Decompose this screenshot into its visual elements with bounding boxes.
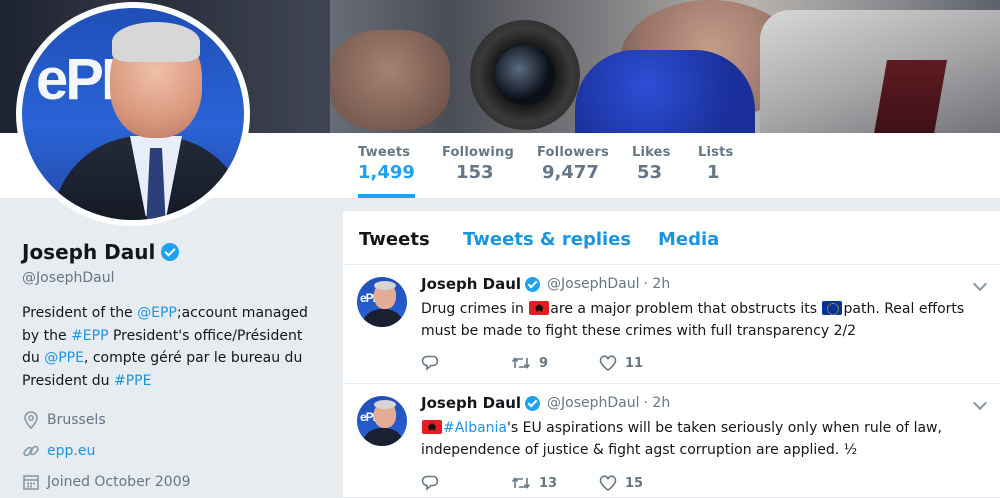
retweet-count: 9 (539, 355, 549, 371)
retweet-count: 13 (539, 475, 558, 491)
location-pin-icon (22, 410, 40, 429)
tweet-item[interactable]: ePP Joseph Daul @JosephDaul · 2h #Albani… (343, 384, 1000, 498)
verified-badge-icon (161, 243, 180, 261)
albania-flag-icon (529, 301, 550, 315)
tab-tweets[interactable]: Tweets (359, 229, 430, 250)
tweet-timestamp[interactable]: · 2h (644, 395, 671, 411)
eu-flag-icon (822, 301, 843, 315)
stat-value: 9,477 (542, 162, 599, 183)
joined-text: Joined October 2009 (47, 473, 191, 490)
profile-handle[interactable]: @JosephDaul (22, 270, 322, 286)
tweet-text: #Albania's EU aspirations will be taken … (421, 417, 981, 461)
profile-card: Joseph Daul @JosephDaul President of the… (22, 240, 322, 497)
retweet-button[interactable]: 13 (511, 475, 599, 491)
tweet-author-name[interactable]: Joseph Daul (421, 394, 521, 412)
stat-label: Tweets (358, 145, 411, 160)
stat-followers[interactable]: Followers 9,477 (537, 145, 609, 183)
tweet-avatar[interactable]: ePP (357, 396, 407, 446)
stat-label: Likes (632, 145, 671, 160)
reply-icon (421, 355, 439, 371)
retweet-icon (511, 357, 531, 369)
hashtag-albania-link[interactable]: #Albania (443, 420, 507, 436)
stat-lists[interactable]: Lists 1 (698, 145, 733, 183)
bio-link-epp-mention[interactable]: @EPP (137, 305, 177, 321)
stat-following[interactable]: Following 153 (442, 145, 514, 183)
tweet-author-handle[interactable]: @JosephDaul (547, 395, 639, 411)
reply-button[interactable] (421, 475, 511, 491)
link-icon (22, 442, 40, 460)
heart-icon (599, 355, 617, 371)
stat-label: Following (442, 145, 514, 160)
profile-meta: Brussels epp.eu Joined October 2009 (22, 404, 322, 497)
reply-icon (421, 475, 439, 491)
tweet-timeline: Tweets Tweets & replies Media ePP Joseph… (342, 210, 1000, 498)
website-link[interactable]: epp.eu (47, 443, 95, 459)
reply-button[interactable] (421, 355, 511, 371)
retweet-button[interactable]: 9 (511, 355, 599, 371)
verified-badge-icon (525, 395, 541, 411)
like-button[interactable]: 15 (599, 475, 643, 491)
bio-link-ppe-hashtag[interactable]: #PPE (114, 373, 151, 389)
stat-tweets[interactable]: Tweets 1,499 (358, 145, 415, 198)
retweet-icon (511, 477, 531, 489)
tweet-header: Joseph Daul @JosephDaul · 2h (421, 275, 670, 293)
tab-media[interactable]: Media (658, 229, 719, 250)
profile-joined: Joined October 2009 (22, 466, 322, 497)
tweet-item[interactable]: ePP Joseph Daul @JosephDaul · 2h Drug cr… (343, 265, 1000, 384)
chevron-down-icon[interactable] (972, 395, 988, 411)
stat-value: 1 (707, 162, 720, 183)
bio-link-ppe-mention[interactable]: @PPE (44, 350, 84, 366)
calendar-icon (22, 473, 40, 491)
tweet-header: Joseph Daul @JosephDaul · 2h (421, 394, 670, 412)
stat-likes[interactable]: Likes 53 (632, 145, 671, 183)
heart-icon (599, 475, 617, 491)
like-count: 11 (625, 355, 644, 371)
verified-badge-icon (525, 276, 541, 292)
profile-website: epp.eu (22, 435, 322, 466)
profile-name[interactable]: Joseph Daul (22, 240, 155, 264)
tweet-text: Drug crimes in are a major problem that … (421, 298, 981, 342)
tweet-author-name[interactable]: Joseph Daul (421, 275, 521, 293)
tab-tweets-and-replies[interactable]: Tweets & replies (463, 229, 631, 250)
bio-text: President of the (22, 305, 138, 321)
profile-avatar[interactable]: ePP (16, 2, 250, 226)
stat-value: 53 (637, 162, 663, 183)
tweet-avatar[interactable]: ePP (357, 277, 407, 327)
profile-name-row: Joseph Daul (22, 240, 322, 264)
tweet-timestamp[interactable]: · 2h (644, 276, 671, 292)
tweet-author-handle[interactable]: @JosephDaul (547, 276, 639, 292)
like-button[interactable]: 11 (599, 355, 643, 371)
timeline-tabs: Tweets Tweets & replies Media (343, 211, 1000, 265)
tweet-text-part: Drug crimes in (421, 301, 529, 317)
tweet-actions: 13 15 (421, 475, 643, 491)
tweet-actions: 9 11 (421, 355, 643, 371)
tweet-text-part: are a major problem that obstructs its (550, 301, 822, 317)
chevron-down-icon[interactable] (972, 276, 988, 292)
stat-label: Followers (537, 145, 609, 160)
albania-flag-icon (422, 420, 442, 434)
bio-link-epp-hashtag[interactable]: #EPP (71, 328, 108, 344)
location-text: Brussels (47, 411, 106, 428)
stat-label: Lists (698, 145, 734, 160)
profile-location: Brussels (22, 404, 322, 435)
like-count: 15 (625, 475, 644, 491)
stat-value: 1,499 (358, 162, 415, 183)
profile-bio: President of the @EPP;account managed by… (22, 302, 312, 392)
stat-value: 153 (456, 162, 494, 183)
